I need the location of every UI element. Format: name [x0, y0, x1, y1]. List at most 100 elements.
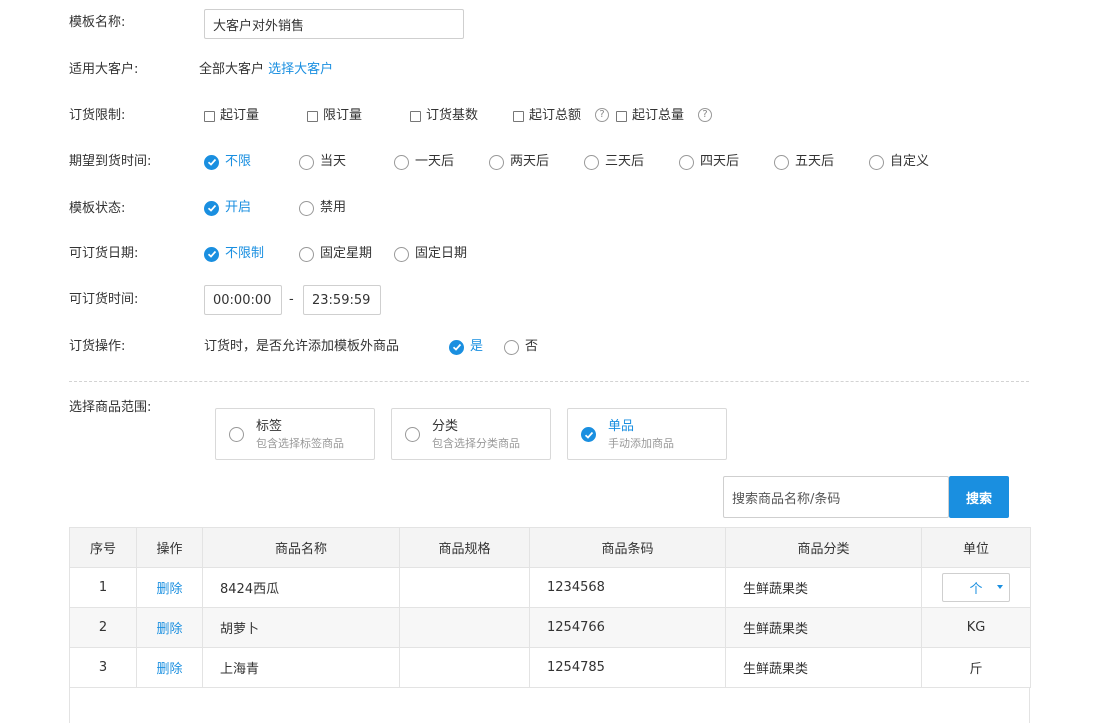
product-table: 序号 操作 商品名称 商品规格 商品条码 商品分类 单位 1 删除 8424西瓜…: [69, 527, 1031, 688]
radio-empty-icon: [229, 427, 244, 442]
cell-no: 2: [69, 607, 137, 648]
limit-option-label: 起订总额: [529, 108, 582, 123]
select-customer-link[interactable]: 选择大客户: [268, 62, 333, 77]
search-placeholder: 搜索商品名称/条码: [732, 491, 841, 507]
cell-name: 上海青: [202, 647, 400, 688]
delete-link[interactable]: 删除: [136, 607, 203, 648]
scope-label: 选择商品范围:: [69, 400, 152, 415]
order-time-end-input[interactable]: 23:59:59: [303, 285, 381, 315]
product-table-container: 序号 操作 商品名称 商品规格 商品条码 商品分类 单位 1 删除 8424西瓜…: [69, 527, 1031, 723]
col-header-spec: 商品规格: [399, 527, 530, 568]
radio-empty-icon: [679, 154, 694, 170]
scope-card-title: 标签: [256, 419, 283, 434]
checkbox-icon: [513, 110, 524, 122]
check-circle-icon: [449, 339, 464, 355]
col-header-no: 序号: [69, 527, 137, 568]
search-input[interactable]: 搜索商品名称/条码: [723, 476, 949, 518]
order-time-start-input[interactable]: 00:00:00: [204, 285, 282, 315]
time-separator: -: [289, 292, 294, 307]
arrival-option-label: 四天后: [700, 154, 740, 169]
col-header-name: 商品名称: [202, 527, 400, 568]
arrival-option-label: 两天后: [510, 154, 550, 169]
cell-category: 生鲜蔬果类: [725, 647, 922, 688]
scope-card-title: 分类: [432, 419, 459, 434]
template-name-input[interactable]: 大客户对外销售: [204, 9, 464, 39]
scope-card-subtitle: 手动添加商品: [608, 437, 674, 450]
question-circle-icon[interactable]: ?: [698, 108, 712, 122]
status-option-enabled[interactable]: 开启: [204, 199, 251, 217]
operation-question: 订货时，是否允许添加模板外商品: [204, 339, 400, 354]
operation-option-label: 是: [470, 339, 484, 354]
delete-link[interactable]: 删除: [136, 567, 203, 608]
arrival-label: 期望到货时间:: [69, 154, 152, 169]
check-circle-icon: [204, 200, 219, 216]
limit-min-total-checkbox[interactable]: 起订总量: [616, 107, 684, 125]
status-option-label: 开启: [225, 200, 252, 215]
template-name-label: 模板名称:: [69, 15, 126, 30]
radio-empty-icon: [299, 200, 314, 216]
radio-empty-icon: [394, 154, 409, 170]
customer-row: 全部大客户 选择大客户: [199, 61, 333, 79]
limit-max-qty-checkbox[interactable]: 限订量: [307, 107, 362, 125]
search-button[interactable]: 搜索: [949, 476, 1009, 518]
cell-barcode: 1234568: [529, 567, 726, 608]
checkbox-icon: [616, 110, 627, 122]
arrival-option-4day[interactable]: 四天后: [679, 153, 739, 171]
arrival-option-label: 三天后: [605, 154, 645, 169]
arrival-option-5day[interactable]: 五天后: [774, 153, 834, 171]
arrival-option-custom[interactable]: 自定义: [869, 153, 929, 171]
arrival-option-unlimited[interactable]: 不限: [204, 153, 251, 171]
unit-select-value: 个: [969, 582, 983, 597]
template-name-value: 大客户对外销售: [213, 18, 305, 34]
table-row: 1 删除 8424西瓜 1234568 生鲜蔬果类 个: [69, 567, 1031, 608]
limit-label: 订货限制:: [69, 108, 126, 123]
order-date-option-week[interactable]: 固定星期: [299, 245, 372, 263]
operation-option-yes[interactable]: 是: [449, 338, 483, 356]
question-circle-icon[interactable]: ?: [595, 108, 609, 122]
operation-option-no[interactable]: 否: [504, 338, 538, 356]
arrival-option-today[interactable]: 当天: [299, 153, 346, 171]
scope-card-title: 单品: [608, 419, 635, 434]
cell-spec: [399, 647, 530, 688]
cell-unit: 斤: [921, 647, 1031, 688]
scope-card-subtitle: 包含选择分类商品: [432, 437, 520, 450]
scope-card-category[interactable]: 分类 包含选择分类商品: [391, 408, 551, 460]
limit-min-qty-checkbox[interactable]: 起订量: [204, 107, 259, 125]
table-row: 3 删除 上海青 1254785 生鲜蔬果类 斤: [69, 647, 1031, 688]
order-date-label: 可订货日期:: [69, 246, 139, 261]
arrival-option-label: 五天后: [795, 154, 835, 169]
status-option-disabled[interactable]: 禁用: [299, 199, 346, 217]
check-circle-icon: [204, 154, 219, 170]
cell-name: 胡萝卜: [202, 607, 400, 648]
limit-min-amount-checkbox[interactable]: 起订总额: [513, 107, 581, 125]
arrival-option-label: 一天后: [415, 154, 455, 169]
arrival-option-label: 当天: [320, 154, 347, 169]
order-date-option-label: 固定日期: [415, 246, 468, 261]
cell-no: 3: [69, 647, 137, 688]
limit-option-label: 订货基数: [426, 108, 479, 123]
cell-name: 8424西瓜: [202, 567, 400, 608]
table-row: 2 删除 胡萝卜 1254766 生鲜蔬果类 KG: [69, 607, 1031, 648]
scope-card-tag[interactable]: 标签 包含选择标签商品: [215, 408, 375, 460]
arrival-option-1day[interactable]: 一天后: [394, 153, 454, 171]
arrival-option-3day[interactable]: 三天后: [584, 153, 644, 171]
arrival-option-label: 不限: [225, 154, 252, 169]
scope-card-subtitle: 包含选择标签商品: [256, 437, 344, 450]
checkbox-icon: [204, 110, 215, 122]
limit-option-label: 起订总量: [632, 108, 685, 123]
delete-link[interactable]: 删除: [136, 647, 203, 688]
limit-option-label: 限订量: [323, 108, 363, 123]
scope-card-single[interactable]: 单品 手动添加商品: [567, 408, 727, 460]
order-time-label: 可订货时间:: [69, 292, 139, 307]
radio-empty-icon: [869, 154, 884, 170]
check-circle-icon: [581, 427, 596, 442]
unit-select[interactable]: 个: [942, 573, 1010, 602]
checkbox-icon: [410, 110, 421, 122]
status-label: 模板状态:: [69, 201, 126, 216]
order-date-option-unlimited[interactable]: 不限制: [204, 245, 264, 263]
limit-base-qty-checkbox[interactable]: 订货基数: [410, 107, 478, 125]
order-date-option-date[interactable]: 固定日期: [394, 245, 467, 263]
operation-label: 订货操作:: [69, 339, 126, 354]
cell-category: 生鲜蔬果类: [725, 567, 922, 608]
arrival-option-2day[interactable]: 两天后: [489, 153, 549, 171]
